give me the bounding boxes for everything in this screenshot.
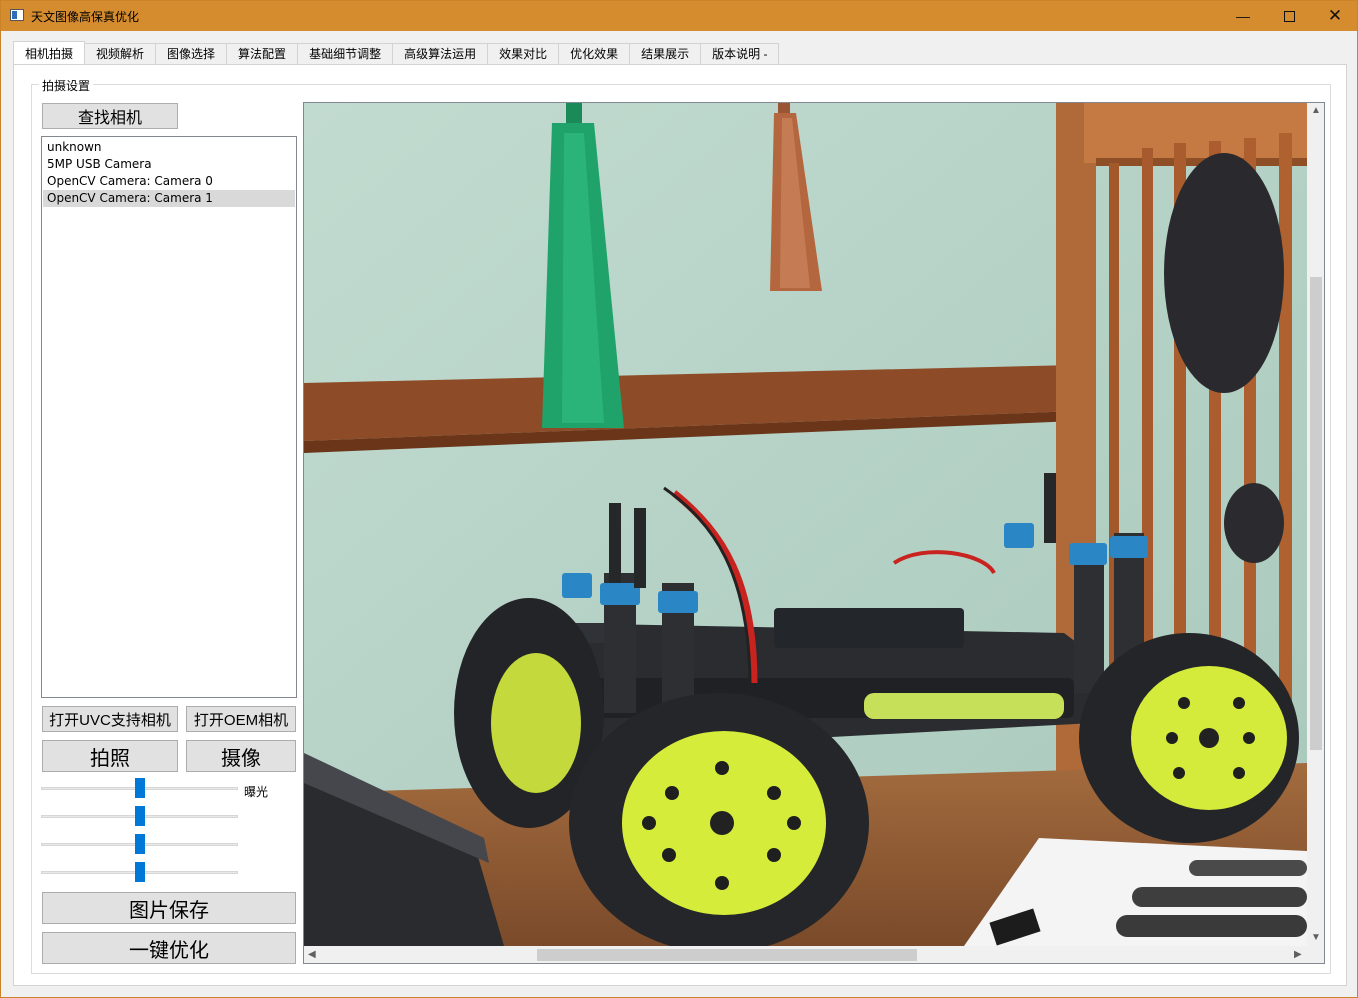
camera-preview-image [304,103,1307,946]
find-camera-button[interactable]: 查找相机 [42,103,178,129]
scroll-corner [1307,946,1324,963]
horizontal-scroll-thumb[interactable] [537,949,917,961]
take-photo-button[interactable]: 拍照 [42,740,178,772]
record-video-button[interactable]: 摄像 [186,740,296,772]
app-window: 天文图像高保真优化 — ✕ 相机拍摄 视频解析 图像选择 算法配置 基础细节调整… [0,0,1358,998]
camera-preview-viewer[interactable]: ▲ ▼ ◀ ▶ [303,102,1325,964]
app-window-icon [10,9,24,21]
minimize-icon: — [1236,8,1250,24]
close-icon: ✕ [1327,6,1343,25]
slider-2[interactable] [41,806,238,826]
tab-result-display[interactable]: 结果展示 [630,43,702,65]
close-button[interactable]: ✕ [1312,1,1358,31]
minimize-button[interactable]: — [1220,1,1266,31]
tab-video-parse[interactable]: 视频解析 [85,43,157,65]
one-click-optimize-button[interactable]: 一键优化 [42,932,296,964]
slider-thumb[interactable] [135,778,145,798]
maximize-button[interactable] [1266,1,1312,31]
slider-3[interactable] [41,834,238,854]
capture-settings-group: 拍摄设置 查找相机 unknown 5MP USB Camera OpenCV … [31,77,1331,974]
tab-pane-camera-capture: 拍摄设置 查找相机 unknown 5MP USB Camera OpenCV … [13,64,1347,986]
tab-algorithm-config[interactable]: 算法配置 [227,43,299,65]
slider-thumb[interactable] [135,806,145,826]
slider-thumb[interactable] [135,834,145,854]
tab-basic-detail[interactable]: 基础细节调整 [298,43,394,65]
tab-advanced-algorithm[interactable]: 高级算法运用 [393,43,489,65]
scroll-up-icon[interactable]: ▲ [1311,106,1321,116]
tab-camera-capture[interactable]: 相机拍摄 [13,41,86,65]
tab-image-select[interactable]: 图像选择 [156,43,228,65]
horizontal-scrollbar[interactable]: ◀ ▶ [304,946,1307,963]
save-image-button[interactable]: 图片保存 [42,892,296,924]
group-title: 拍摄设置 [39,77,94,94]
open-uvc-camera-button[interactable]: 打开UVC支持相机 [42,706,178,732]
maximize-icon [1283,10,1295,22]
vertical-scrollbar[interactable]: ▲ ▼ [1307,103,1324,946]
list-item[interactable]: OpenCV Camera: Camera 0 [43,173,295,190]
title-bar[interactable]: 天文图像高保真优化 — ✕ [1,1,1357,31]
tab-effect-compare[interactable]: 效果对比 [488,43,560,65]
scroll-right-icon[interactable]: ▶ [1294,950,1302,960]
slider-4[interactable] [41,862,238,882]
list-item[interactable]: unknown [43,139,295,156]
tab-optimize-effect[interactable]: 优化效果 [559,43,631,65]
list-item[interactable]: 5MP USB Camera [43,156,295,173]
scroll-down-icon[interactable]: ▼ [1311,933,1321,943]
window-title: 天文图像高保真优化 [31,10,140,24]
camera-list[interactable]: unknown 5MP USB Camera OpenCV Camera: Ca… [41,136,297,698]
tab-bar: 相机拍摄 视频解析 图像选择 算法配置 基础细节调整 高级算法运用 效果对比 优… [13,41,780,65]
exposure-slider[interactable] [41,778,238,798]
scroll-left-icon[interactable]: ◀ [308,950,316,960]
slider-thumb[interactable] [135,862,145,882]
open-oem-camera-button[interactable]: 打开OEM相机 [186,706,296,732]
list-item-selected[interactable]: OpenCV Camera: Camera 1 [43,190,295,207]
exposure-label: 曝光 [244,785,269,799]
tab-version-info[interactable]: 版本说明 - [701,43,780,65]
vertical-scroll-thumb[interactable] [1310,277,1322,750]
